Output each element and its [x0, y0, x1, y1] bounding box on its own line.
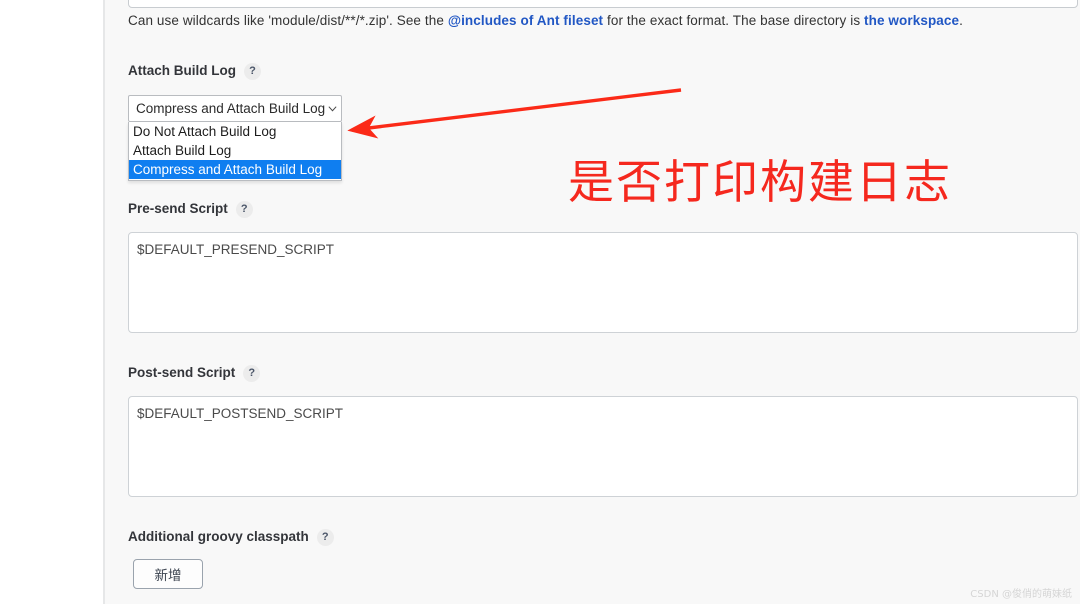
help-icon[interactable]: ?	[316, 529, 334, 546]
help-text-part-2: for the exact format. The base directory…	[603, 13, 865, 28]
watermark-text: CSDN @俊俏的萌妹纸	[970, 589, 1072, 600]
post-send-script-label-text: Post-send Script	[128, 365, 236, 380]
pre-send-script-textarea[interactable]: $DEFAULT_PRESEND_SCRIPT	[128, 232, 1078, 333]
chevron-down-icon	[327, 103, 338, 114]
post-send-script-textarea[interactable]: $DEFAULT_POSTSEND_SCRIPT	[128, 396, 1078, 497]
option-attach-build-log[interactable]: Attach Build Log	[129, 141, 341, 160]
help-icon[interactable]: ?	[235, 201, 253, 218]
workspace-link[interactable]: the workspace	[864, 13, 959, 28]
post-send-script-label: Post-send Script?	[128, 365, 261, 382]
help-icon[interactable]: ?	[243, 365, 261, 382]
annotation-text: 是否打印构建日志	[568, 155, 952, 209]
help-text-part-3: .	[959, 13, 963, 28]
attach-build-log-select[interactable]: Compress and Attach Build Log	[128, 95, 342, 122]
option-compress-and-attach-build-log[interactable]: Compress and Attach Build Log	[129, 160, 341, 179]
add-classpath-button[interactable]: 新增	[133, 559, 203, 589]
left-gutter	[0, 0, 103, 604]
attachments-pattern-input[interactable]	[128, 0, 1078, 8]
attach-build-log-label-text: Attach Build Log	[128, 63, 236, 78]
attachments-help-text: Can use wildcards like 'module/dist/**/*…	[128, 13, 963, 28]
ant-fileset-includes-link[interactable]: @includes of Ant fileset	[448, 13, 603, 28]
attach-build-log-option-list[interactable]: Do Not Attach Build Log Attach Build Log…	[128, 122, 342, 181]
configuration-form-panel: Can use wildcards like 'module/dist/**/*…	[105, 0, 1080, 604]
additional-groovy-classpath-label: Additional groovy classpath?	[128, 529, 334, 546]
screenshot-root: Can use wildcards like 'module/dist/**/*…	[0, 0, 1080, 604]
attach-build-log-label: Attach Build Log?	[128, 63, 261, 80]
additional-groovy-classpath-label-text: Additional groovy classpath	[128, 529, 309, 544]
help-text-part-1: Can use wildcards like 'module/dist/**/*…	[128, 13, 448, 28]
pre-send-script-label-text: Pre-send Script	[128, 201, 228, 216]
help-icon[interactable]: ?	[244, 63, 261, 80]
pre-send-script-label: Pre-send Script?	[128, 201, 253, 218]
attach-build-log-selected-value: Compress and Attach Build Log	[136, 101, 326, 116]
option-do-not-attach-build-log[interactable]: Do Not Attach Build Log	[129, 122, 341, 141]
